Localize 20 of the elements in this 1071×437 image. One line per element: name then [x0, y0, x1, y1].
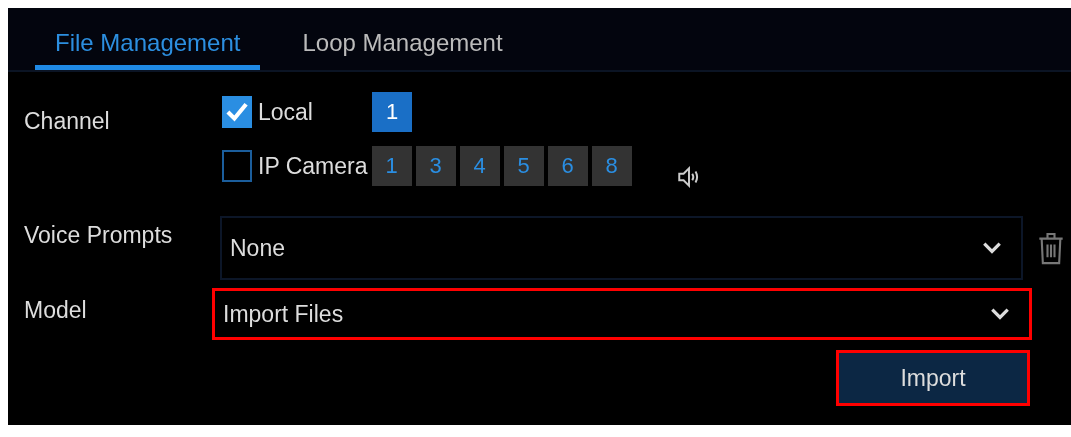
channel-button[interactable]: 1: [372, 92, 412, 132]
channel-button[interactable]: 3: [415, 146, 456, 186]
channel-button[interactable]: 1: [371, 146, 412, 186]
tab[interactable]: Loop Management: [282, 8, 523, 70]
checkbox-label: IP Camera: [258, 152, 368, 180]
checkbox-label: Local: [258, 98, 314, 126]
channel-button[interactable]: 4: [459, 146, 500, 186]
field-label: Channel: [24, 107, 111, 135]
field-label: Voice Prompts: [24, 221, 174, 249]
trash-icon[interactable]: [1037, 230, 1065, 266]
import-button[interactable]: Import: [836, 350, 1030, 406]
channel-button[interactable]: 6: [547, 146, 588, 186]
voice-prompts-dropdown[interactable]: None: [220, 216, 1023, 280]
field-label: Model: [24, 296, 88, 324]
tab[interactable]: File Management: [35, 8, 261, 70]
model-dropdown[interactable]: Import Files: [212, 288, 1032, 340]
channel-button[interactable]: 5: [503, 146, 544, 186]
checkbox[interactable]: [222, 96, 252, 128]
channel-button[interactable]: 8: [591, 146, 632, 186]
checkbox[interactable]: [222, 150, 252, 182]
